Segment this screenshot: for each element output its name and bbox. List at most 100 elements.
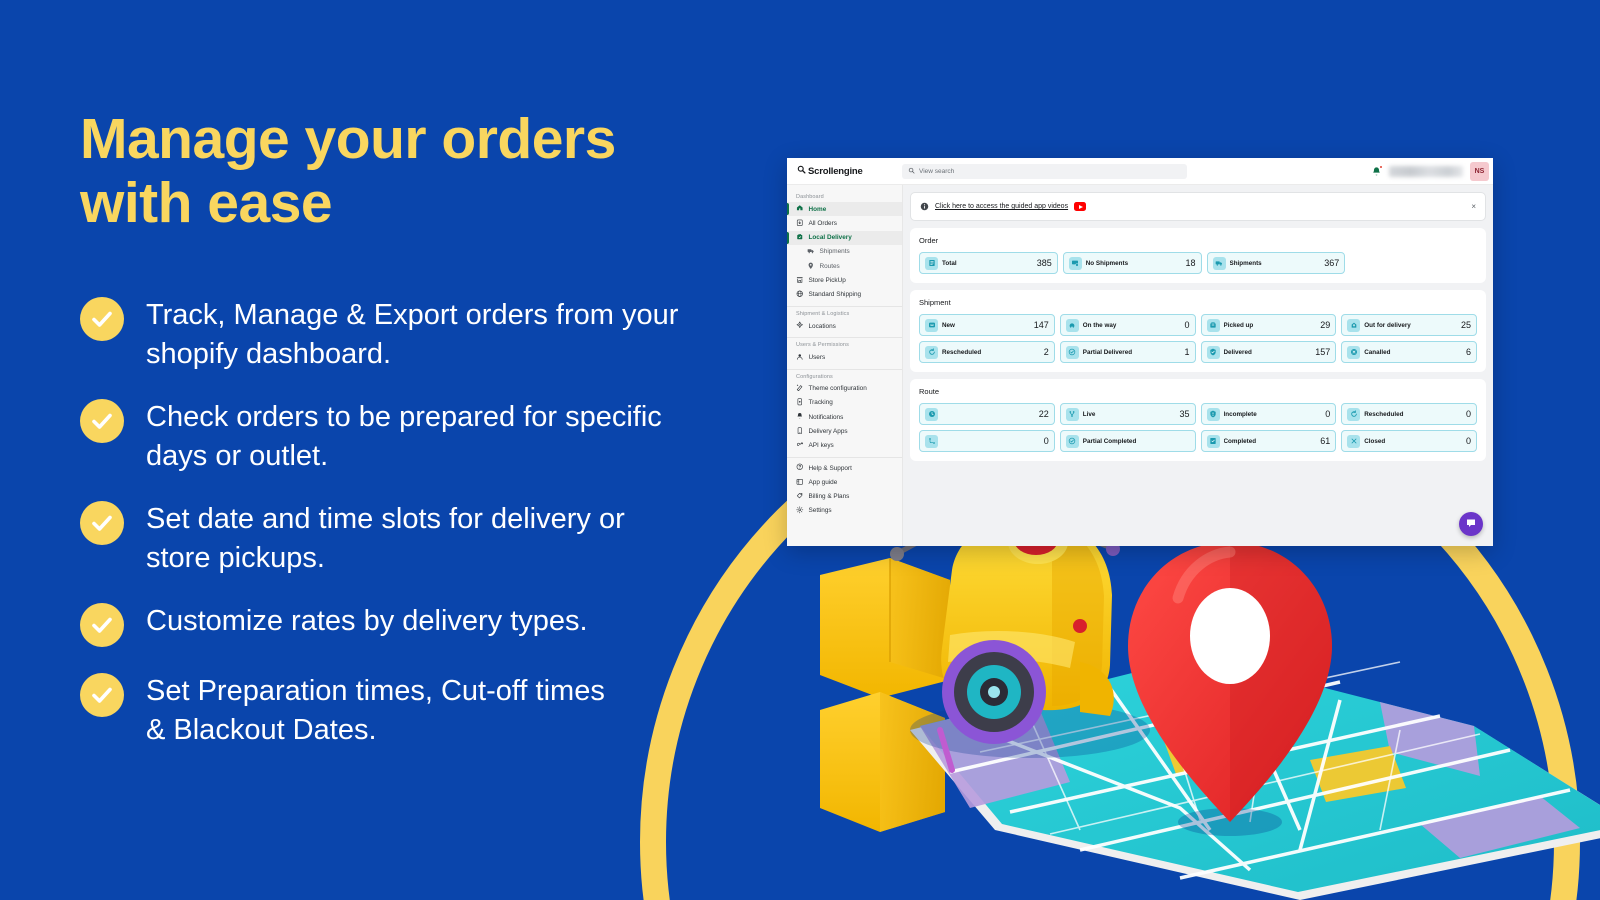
check-icon <box>80 297 124 341</box>
completed-icon <box>1206 434 1220 448</box>
stat-card-route-second[interactable]: 0 <box>919 430 1055 452</box>
stat-card-completed[interactable]: Completed 61 <box>1200 430 1337 452</box>
guided-videos-banner: Click here to access the guided app vide… <box>910 192 1486 221</box>
billing-icon <box>796 492 804 502</box>
sidebar-item-delivery-apps[interactable]: Delivery Apps <box>787 424 902 438</box>
sidebar: Dashboard Home All Orders Local Delivery… <box>787 185 903 546</box>
user-name-masked[interactable] <box>1389 166 1463 177</box>
stat-label: Live <box>1082 410 1096 418</box>
on-the-way-icon <box>1065 318 1079 332</box>
stat-value: 0 <box>1043 436 1049 446</box>
sidebar-item-local-delivery[interactable]: Local Delivery <box>787 230 902 245</box>
sidebar-item-label: App guide <box>808 478 838 486</box>
sidebar-item-settings[interactable]: Settings <box>787 504 902 518</box>
sidebar-item-notifications[interactable]: Notifications <box>787 410 902 424</box>
store-icon <box>796 276 804 286</box>
sidebar-item-store-pickup[interactable]: Store PickUp <box>787 273 902 287</box>
stat-card-canalled[interactable]: Canalled 6 <box>1341 341 1477 363</box>
live-icon <box>1065 407 1079 421</box>
sidebar-item-label: Shipments <box>819 248 850 256</box>
close-x-icon <box>1347 434 1361 448</box>
stat-value: 18 <box>1185 258 1196 268</box>
sidebar-item-label: All Orders <box>808 219 837 227</box>
stat-value: 157 <box>1315 347 1331 357</box>
new-icon <box>925 318 938 332</box>
stat-card-route-scheduled[interactable]: 22 <box>919 403 1055 425</box>
search-icon <box>908 167 915 176</box>
stat-value: 0 <box>1465 436 1471 446</box>
stat-card-shipments[interactable]: Shipments 367 <box>1206 252 1346 274</box>
stat-label: Incomplete <box>1223 410 1257 418</box>
stat-value: 0 <box>1325 409 1331 419</box>
sidebar-item-app-guide[interactable]: App guide <box>787 475 902 489</box>
stat-card-on-the-way[interactable]: On the way 0 <box>1059 314 1196 336</box>
stat-label: Delivered <box>1223 348 1252 356</box>
local-delivery-icon <box>796 233 804 243</box>
sidebar-item-locations[interactable]: Locations <box>787 319 902 333</box>
sidebar-item-standard-shipping[interactable]: Standard Shipping <box>787 288 902 302</box>
avatar[interactable]: NS <box>1470 162 1489 181</box>
globe-icon <box>796 290 804 300</box>
stat-card-out-for-delivery[interactable]: Out for delivery 25 <box>1341 314 1477 336</box>
close-icon[interactable]: × <box>1471 202 1476 211</box>
stat-row: Total 385 No Shipments 18 Shipments 367 <box>919 252 1477 274</box>
sidebar-item-home[interactable]: Home <box>787 202 902 217</box>
partial-icon <box>1065 345 1079 359</box>
stat-card-route-rescheduled[interactable]: Rescheduled 0 <box>1341 403 1477 425</box>
no-shipment-icon <box>1068 256 1082 270</box>
stat-label: Rescheduled <box>942 348 982 356</box>
sidebar-group-label: Configurations <box>796 373 833 380</box>
theme-icon <box>796 384 804 394</box>
stat-card-incomplete[interactable]: Incomplete 0 <box>1200 403 1337 425</box>
book-icon <box>796 478 804 488</box>
stat-card-rescheduled[interactable]: Rescheduled 2 <box>919 341 1055 363</box>
sidebar-item-tracking[interactable]: Tracking <box>787 396 902 410</box>
sidebar-item-routes[interactable]: Routes <box>787 259 902 273</box>
home-icon <box>796 204 804 214</box>
sidebar-item-label: Standard Shipping <box>808 291 862 299</box>
guided-videos-link[interactable]: Click here to access the guided app vide… <box>935 203 1068 210</box>
sidebar-item-label: Users <box>808 353 826 361</box>
stat-card-no-shipments[interactable]: No Shipments 18 <box>1062 252 1202 274</box>
sidebar-item-users[interactable]: Users <box>787 350 902 364</box>
route-icon <box>925 434 938 448</box>
notifications-button[interactable] <box>1371 165 1383 177</box>
parcel-boxes <box>820 558 950 832</box>
stat-label: Picked up <box>1223 321 1254 329</box>
stat-card-picked-up[interactable]: Picked up 29 <box>1200 314 1337 336</box>
stat-value: 25 <box>1460 320 1471 330</box>
sidebar-item-label: Settings <box>808 507 832 515</box>
sidebar-item-label: API keys <box>808 442 834 450</box>
sidebar-item-shipments[interactable]: Shipments <box>787 245 902 259</box>
list-item: Customize rates by delivery types. <box>80 601 800 648</box>
list-item-label: Check orders to be prepared for specific… <box>146 401 662 472</box>
stat-card-closed[interactable]: Closed 0 <box>1341 430 1477 452</box>
stat-card-partial-delivered[interactable]: Partial Delivered 1 <box>1059 341 1196 363</box>
chat-widget-button[interactable] <box>1459 512 1483 536</box>
sidebar-item-all-orders[interactable]: All Orders <box>787 216 902 230</box>
youtube-icon[interactable] <box>1074 202 1087 211</box>
sidebar-item-api-keys[interactable]: API keys <box>787 439 902 453</box>
sidebar-item-label: Notifications <box>808 413 844 421</box>
cancel-icon <box>1347 345 1361 359</box>
dashboard-main: Click here to access the guided app vide… <box>903 185 1493 546</box>
sidebar-item-label: Routes <box>819 262 840 270</box>
location-icon <box>796 321 804 331</box>
sidebar-item-billing-plans[interactable]: Billing & Plans <box>787 490 902 504</box>
stat-card-partial-completed[interactable]: Partial Completed <box>1059 430 1196 452</box>
truck-icon <box>1212 256 1226 270</box>
sidebar-item-help-support[interactable]: Help & Support <box>787 461 902 475</box>
dashboard-topbar: Scrollengine View search NS <box>787 158 1493 185</box>
stat-card-total[interactable]: Total 385 <box>919 252 1058 274</box>
key-icon <box>796 441 804 451</box>
stat-row: Rescheduled 2 Partial Delivered 1 Delive… <box>919 341 1477 363</box>
sidebar-item-theme-configuration[interactable]: Theme configuration <box>787 382 902 396</box>
stat-card-new[interactable]: New 147 <box>919 314 1055 336</box>
search-input[interactable]: View search <box>902 163 1187 179</box>
stat-label: Out for delivery <box>1364 321 1411 329</box>
partial-icon <box>1065 434 1079 448</box>
stat-card-delivered[interactable]: Delivered 157 <box>1200 341 1337 363</box>
stat-label: Shipments <box>1229 259 1262 267</box>
stat-card-live[interactable]: Live 35 <box>1059 403 1196 425</box>
help-icon <box>796 463 804 473</box>
